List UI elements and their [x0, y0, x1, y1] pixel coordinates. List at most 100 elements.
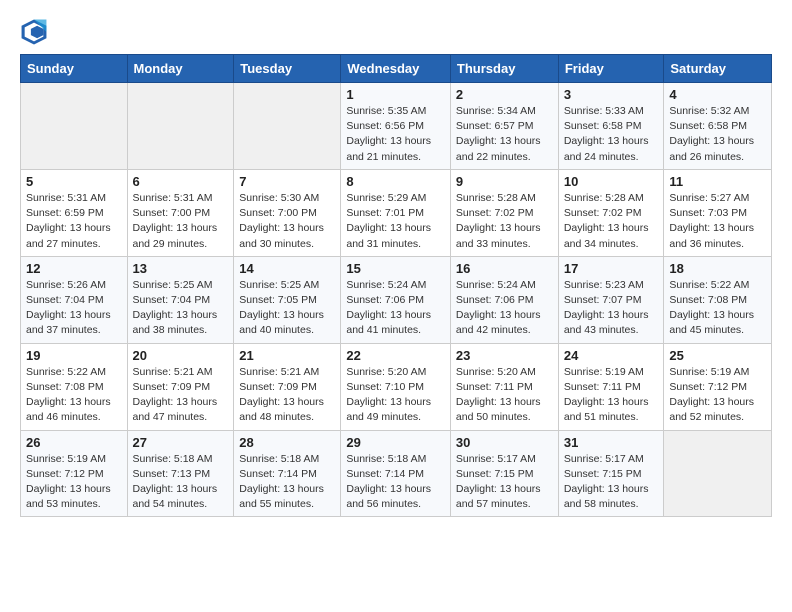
calendar-week-1: 1 Sunrise: 5:35 AM Sunset: 6:56 PM Daylig… — [21, 83, 772, 170]
day-number: 22 — [346, 348, 445, 363]
day-number: 13 — [133, 261, 229, 276]
day-number: 24 — [564, 348, 659, 363]
header-cell-tuesday: Tuesday — [234, 55, 341, 83]
day-number: 27 — [133, 435, 229, 450]
day-info: Sunrise: 5:22 AM Sunset: 7:08 PM Dayligh… — [26, 365, 122, 426]
day-number: 21 — [239, 348, 335, 363]
day-info: Sunrise: 5:18 AM Sunset: 7:13 PM Dayligh… — [133, 452, 229, 513]
day-number: 3 — [564, 87, 659, 102]
day-info: Sunrise: 5:25 AM Sunset: 7:05 PM Dayligh… — [239, 278, 335, 339]
day-number: 16 — [456, 261, 553, 276]
calendar-cell: 9 Sunrise: 5:28 AM Sunset: 7:02 PM Daylig… — [450, 169, 558, 256]
calendar-body: 1 Sunrise: 5:35 AM Sunset: 6:56 PM Daylig… — [21, 83, 772, 517]
calendar-cell — [127, 83, 234, 170]
calendar-cell: 7 Sunrise: 5:30 AM Sunset: 7:00 PM Daylig… — [234, 169, 341, 256]
day-info: Sunrise: 5:32 AM Sunset: 6:58 PM Dayligh… — [669, 104, 766, 165]
day-info: Sunrise: 5:35 AM Sunset: 6:56 PM Dayligh… — [346, 104, 445, 165]
logo-icon — [20, 18, 48, 46]
day-number: 15 — [346, 261, 445, 276]
day-info: Sunrise: 5:28 AM Sunset: 7:02 PM Dayligh… — [564, 191, 659, 252]
calendar-cell: 6 Sunrise: 5:31 AM Sunset: 7:00 PM Daylig… — [127, 169, 234, 256]
header-cell-saturday: Saturday — [664, 55, 772, 83]
calendar-table: SundayMondayTuesdayWednesdayThursdayFrid… — [20, 54, 772, 517]
calendar-cell: 29 Sunrise: 5:18 AM Sunset: 7:14 PM Dayli… — [341, 430, 451, 517]
day-info: Sunrise: 5:33 AM Sunset: 6:58 PM Dayligh… — [564, 104, 659, 165]
day-info: Sunrise: 5:17 AM Sunset: 7:15 PM Dayligh… — [564, 452, 659, 513]
day-info: Sunrise: 5:28 AM Sunset: 7:02 PM Dayligh… — [456, 191, 553, 252]
day-number: 17 — [564, 261, 659, 276]
day-info: Sunrise: 5:19 AM Sunset: 7:12 PM Dayligh… — [26, 452, 122, 513]
calendar-cell: 11 Sunrise: 5:27 AM Sunset: 7:03 PM Dayli… — [664, 169, 772, 256]
day-number: 28 — [239, 435, 335, 450]
day-number: 19 — [26, 348, 122, 363]
calendar-cell: 28 Sunrise: 5:18 AM Sunset: 7:14 PM Dayli… — [234, 430, 341, 517]
calendar-cell: 12Sunrise: 5:26 AM Sunset: 7:04 PM Dayli… — [21, 256, 128, 343]
calendar-cell: 20 Sunrise: 5:21 AM Sunset: 7:09 PM Dayli… — [127, 343, 234, 430]
day-number: 10 — [564, 174, 659, 189]
day-info: Sunrise: 5:21 AM Sunset: 7:09 PM Dayligh… — [133, 365, 229, 426]
header-cell-monday: Monday — [127, 55, 234, 83]
logo — [20, 18, 50, 46]
day-number: 18 — [669, 261, 766, 276]
calendar-cell: 1 Sunrise: 5:35 AM Sunset: 6:56 PM Daylig… — [341, 83, 451, 170]
day-info: Sunrise: 5:31 AM Sunset: 6:59 PM Dayligh… — [26, 191, 122, 252]
calendar-cell: 19 Sunrise: 5:22 AM Sunset: 7:08 PM Dayli… — [21, 343, 128, 430]
day-number: 29 — [346, 435, 445, 450]
day-number: 25 — [669, 348, 766, 363]
day-info: Sunrise: 5:18 AM Sunset: 7:14 PM Dayligh… — [346, 452, 445, 513]
calendar-cell: 24Sunrise: 5:19 AM Sunset: 7:11 PM Dayli… — [558, 343, 664, 430]
day-number: 31 — [564, 435, 659, 450]
day-number: 1 — [346, 87, 445, 102]
day-number: 5 — [26, 174, 122, 189]
calendar-week-2: 5 Sunrise: 5:31 AM Sunset: 6:59 PM Daylig… — [21, 169, 772, 256]
day-info: Sunrise: 5:20 AM Sunset: 7:11 PM Dayligh… — [456, 365, 553, 426]
calendar-cell: 15Sunrise: 5:24 AM Sunset: 7:06 PM Dayli… — [341, 256, 451, 343]
day-number: 20 — [133, 348, 229, 363]
calendar-cell: 17 Sunrise: 5:23 AM Sunset: 7:07 PM Dayli… — [558, 256, 664, 343]
calendar-week-3: 12Sunrise: 5:26 AM Sunset: 7:04 PM Dayli… — [21, 256, 772, 343]
day-info: Sunrise: 5:23 AM Sunset: 7:07 PM Dayligh… — [564, 278, 659, 339]
calendar-week-5: 26 Sunrise: 5:19 AM Sunset: 7:12 PM Dayli… — [21, 430, 772, 517]
calendar-cell: 13 Sunrise: 5:25 AM Sunset: 7:04 PM Dayli… — [127, 256, 234, 343]
header-cell-thursday: Thursday — [450, 55, 558, 83]
calendar-cell: 31 Sunrise: 5:17 AM Sunset: 7:15 PM Dayli… — [558, 430, 664, 517]
day-number: 26 — [26, 435, 122, 450]
day-info: Sunrise: 5:22 AM Sunset: 7:08 PM Dayligh… — [669, 278, 766, 339]
calendar-cell: 5 Sunrise: 5:31 AM Sunset: 6:59 PM Daylig… — [21, 169, 128, 256]
day-number: 8 — [346, 174, 445, 189]
day-number: 7 — [239, 174, 335, 189]
day-info: Sunrise: 5:18 AM Sunset: 7:14 PM Dayligh… — [239, 452, 335, 513]
calendar-cell: 2 Sunrise: 5:34 AM Sunset: 6:57 PM Daylig… — [450, 83, 558, 170]
header — [20, 18, 772, 46]
day-number: 9 — [456, 174, 553, 189]
calendar-cell — [21, 83, 128, 170]
calendar-cell — [234, 83, 341, 170]
calendar-header: SundayMondayTuesdayWednesdayThursdayFrid… — [21, 55, 772, 83]
day-info: Sunrise: 5:30 AM Sunset: 7:00 PM Dayligh… — [239, 191, 335, 252]
day-info: Sunrise: 5:34 AM Sunset: 6:57 PM Dayligh… — [456, 104, 553, 165]
calendar-cell: 10 Sunrise: 5:28 AM Sunset: 7:02 PM Dayli… — [558, 169, 664, 256]
day-info: Sunrise: 5:21 AM Sunset: 7:09 PM Dayligh… — [239, 365, 335, 426]
calendar-cell: 27 Sunrise: 5:18 AM Sunset: 7:13 PM Dayli… — [127, 430, 234, 517]
day-info: Sunrise: 5:31 AM Sunset: 7:00 PM Dayligh… — [133, 191, 229, 252]
calendar-cell: 4 Sunrise: 5:32 AM Sunset: 6:58 PM Daylig… — [664, 83, 772, 170]
day-number: 2 — [456, 87, 553, 102]
day-info: Sunrise: 5:19 AM Sunset: 7:12 PM Dayligh… — [669, 365, 766, 426]
calendar-cell: 30Sunrise: 5:17 AM Sunset: 7:15 PM Dayli… — [450, 430, 558, 517]
day-number: 6 — [133, 174, 229, 189]
day-number: 23 — [456, 348, 553, 363]
header-cell-sunday: Sunday — [21, 55, 128, 83]
day-info: Sunrise: 5:25 AM Sunset: 7:04 PM Dayligh… — [133, 278, 229, 339]
day-number: 11 — [669, 174, 766, 189]
calendar-cell: 22 Sunrise: 5:20 AM Sunset: 7:10 PM Dayli… — [341, 343, 451, 430]
day-info: Sunrise: 5:29 AM Sunset: 7:01 PM Dayligh… — [346, 191, 445, 252]
calendar-cell: 18 Sunrise: 5:22 AM Sunset: 7:08 PM Dayli… — [664, 256, 772, 343]
day-number: 14 — [239, 261, 335, 276]
day-number: 4 — [669, 87, 766, 102]
header-row: SundayMondayTuesdayWednesdayThursdayFrid… — [21, 55, 772, 83]
calendar-cell: 23 Sunrise: 5:20 AM Sunset: 7:11 PM Dayli… — [450, 343, 558, 430]
day-info: Sunrise: 5:27 AM Sunset: 7:03 PM Dayligh… — [669, 191, 766, 252]
page: SundayMondayTuesdayWednesdayThursdayFrid… — [0, 0, 792, 535]
day-info: Sunrise: 5:20 AM Sunset: 7:10 PM Dayligh… — [346, 365, 445, 426]
calendar-cell: 16Sunrise: 5:24 AM Sunset: 7:06 PM Dayli… — [450, 256, 558, 343]
